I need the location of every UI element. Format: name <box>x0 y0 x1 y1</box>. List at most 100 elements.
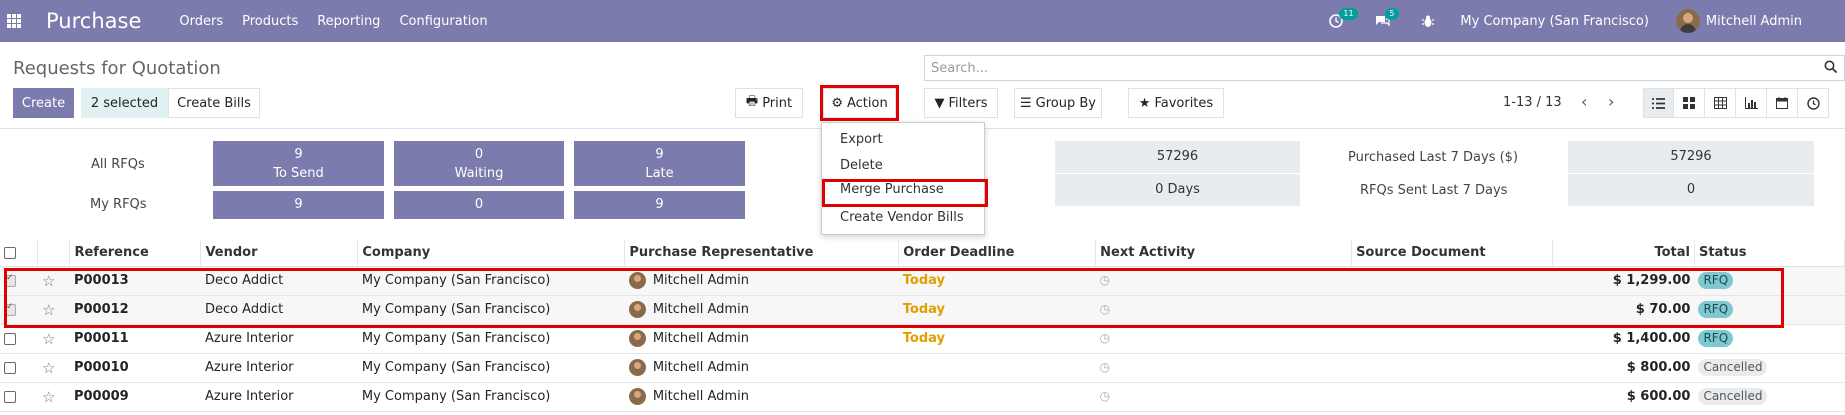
table-row[interactable]: ☆ P00010 Azure Interior My Company (San … <box>0 353 1845 383</box>
search-input[interactable]: Search... <box>924 55 1845 81</box>
group-by-button[interactable]: ☰ Group By <box>1014 88 1102 118</box>
user-menu[interactable]: Mitchell Admin <box>1706 14 1802 29</box>
header-vendor[interactable]: Vendor <box>200 240 359 267</box>
apps-menu-icon[interactable] <box>7 14 21 28</box>
row-checkbox[interactable] <box>4 332 16 345</box>
header-company[interactable]: Company <box>357 240 626 267</box>
tile-to-send[interactable]: 9 To Send <box>213 141 384 186</box>
favorites-label: Favorites <box>1154 95 1214 111</box>
activity-clock-icon[interactable]: ◷ <box>1100 331 1110 345</box>
cell-reference: P00012 <box>69 295 201 325</box>
table-row[interactable]: ☆ P00011 Azure Interior My Company (San … <box>0 324 1845 354</box>
filters-button[interactable]: ▼ Filters <box>924 88 998 118</box>
menu-item-export[interactable]: Export <box>840 132 883 147</box>
avatar <box>628 330 646 347</box>
company-switcher[interactable]: My Company (San Francisco) <box>1460 14 1648 29</box>
tile-to-send-label: To Send <box>273 166 324 181</box>
messages-icon[interactable]: 5 <box>1375 8 1399 28</box>
action-button[interactable]: ⚙ Action <box>820 85 899 121</box>
create-bills-button[interactable]: Create Bills <box>168 88 260 118</box>
list-view-icon[interactable] <box>1643 88 1674 118</box>
header-order-deadline[interactable]: Order Deadline <box>898 240 1097 267</box>
star-icon[interactable]: ☆ <box>42 330 55 348</box>
activity-clock-icon[interactable]: ◷ <box>1100 273 1110 287</box>
print-icon: 🖶 <box>745 94 759 109</box>
menu-configuration[interactable]: Configuration <box>399 14 487 29</box>
pager-next-icon[interactable]: › <box>1608 92 1614 111</box>
activity-clock-icon[interactable]: ◷ <box>1100 389 1110 403</box>
header-status[interactable]: Status <box>1694 240 1845 267</box>
messages-badge: 5 <box>1385 8 1399 20</box>
tile-my-late[interactable]: 9 <box>574 191 745 219</box>
avatar <box>628 272 646 289</box>
calendar-view-icon[interactable] <box>1767 88 1798 118</box>
app-title[interactable]: Purchase <box>46 9 141 33</box>
search-icon[interactable] <box>1824 60 1838 78</box>
table-row[interactable]: ☆ P00013 Deco Addict My Company (San Fra… <box>0 266 1845 296</box>
cell-reference: P00009 <box>69 382 201 412</box>
star-icon[interactable]: ☆ <box>42 301 55 319</box>
cell-reference: P00011 <box>69 324 201 354</box>
star-header-cell <box>37 240 71 267</box>
kanban-view-icon[interactable] <box>1674 88 1705 118</box>
pivot-view-icon[interactable] <box>1705 88 1736 118</box>
row-checkbox[interactable] <box>4 361 16 374</box>
tile-late[interactable]: 9 Late <box>574 141 745 186</box>
star-icon[interactable]: ☆ <box>42 272 55 290</box>
header-purchase-representative[interactable]: Purchase Representative <box>624 240 900 267</box>
cell-source-document <box>1351 324 1553 354</box>
pager-previous-icon[interactable]: ‹ <box>1581 92 1587 111</box>
menu-products[interactable]: Products <box>242 14 298 29</box>
menu-orders[interactable]: Orders <box>179 14 223 29</box>
stat-left-value-2: 0 Days <box>1055 174 1300 206</box>
header-source-document[interactable]: Source Document <box>1351 240 1553 267</box>
menu-item-merge-purchase[interactable]: Merge Purchase <box>822 179 988 207</box>
select-all-checkbox[interactable] <box>4 246 16 259</box>
user-avatar[interactable] <box>1675 9 1700 33</box>
cell-vendor: Azure Interior <box>200 324 358 354</box>
tile-waiting[interactable]: 0 Waiting <box>394 141 564 186</box>
row-checkbox[interactable] <box>4 273 16 287</box>
activity-clock-icon[interactable]: 11 <box>1329 8 1358 28</box>
cell-reference: P00013 <box>69 266 201 296</box>
print-button[interactable]: 🖶 Print <box>735 88 803 118</box>
group-by-label: Group By <box>1035 95 1096 111</box>
cell-source-document <box>1351 295 1553 325</box>
cell-next-activity[interactable]: ◷ <box>1095 266 1352 296</box>
menu-item-delete[interactable]: Delete <box>840 158 883 173</box>
cell-reference: P00010 <box>69 353 201 383</box>
header-next-activity[interactable]: Next Activity <box>1095 240 1353 267</box>
header-reference[interactable]: Reference <box>69 240 202 267</box>
menu-item-create-vendor-bills[interactable]: Create Vendor Bills <box>840 210 964 225</box>
tile-my-waiting[interactable]: 0 <box>394 191 564 219</box>
menu-reporting[interactable]: Reporting <box>317 14 380 29</box>
pager-value[interactable]: 1-13 / 13 <box>1503 95 1562 110</box>
cell-next-activity[interactable]: ◷ <box>1095 295 1352 325</box>
table-row[interactable]: ☆ P00012 Deco Addict My Company (San Fra… <box>0 295 1845 325</box>
activity-view-icon[interactable] <box>1798 88 1829 118</box>
star-icon[interactable]: ☆ <box>42 359 55 377</box>
row-checkbox[interactable] <box>4 390 16 403</box>
header-total[interactable]: Total <box>1552 240 1695 267</box>
cell-next-activity[interactable]: ◷ <box>1095 353 1352 383</box>
select-all-cell[interactable] <box>0 240 39 267</box>
cell-source-document <box>1351 353 1553 383</box>
activity-clock-icon[interactable]: ◷ <box>1100 360 1110 374</box>
cell-next-activity[interactable]: ◷ <box>1095 382 1352 412</box>
activity-clock-icon[interactable]: ◷ <box>1100 302 1110 316</box>
debug-bug-icon[interactable] <box>1422 15 1435 28</box>
create-button[interactable]: Create <box>13 88 74 118</box>
star-icon[interactable]: ☆ <box>42 388 55 406</box>
avatar <box>628 359 646 376</box>
row-checkbox[interactable] <box>4 302 16 316</box>
avatar <box>628 388 646 405</box>
favorites-button[interactable]: ★ Favorites <box>1128 88 1224 118</box>
cell-next-activity[interactable]: ◷ <box>1095 324 1352 354</box>
stat-left-value-1: 57296 <box>1055 141 1300 173</box>
graph-view-icon[interactable] <box>1736 88 1767 118</box>
cell-representative: Mitchell Admin <box>624 324 899 354</box>
purchased-last-7-days-label: Purchased Last 7 Days ($) <box>1348 150 1519 165</box>
table-row[interactable]: ☆ P00009 Azure Interior My Company (San … <box>0 382 1845 412</box>
tile-my-to-send[interactable]: 9 <box>213 191 384 219</box>
cell-deadline <box>898 353 1096 383</box>
